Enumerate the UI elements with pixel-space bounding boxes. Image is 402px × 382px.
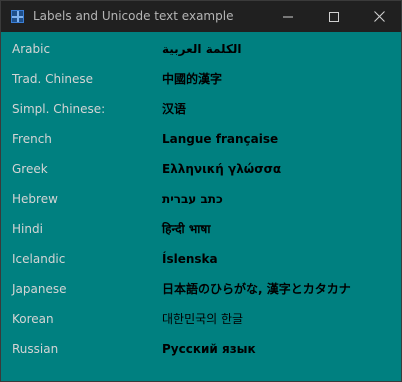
language-label: Icelandic [12, 252, 66, 266]
minimize-button[interactable] [265, 1, 311, 32]
row-russian: Russian Русский язык [1, 337, 401, 361]
unicode-sample: Íslenska [162, 252, 218, 266]
unicode-sample: Langue française [162, 132, 279, 146]
close-icon [373, 11, 385, 22]
row-greek: Greek Ελληνική γλώσσα [1, 157, 401, 181]
unicode-sample: 汉语 [162, 102, 187, 116]
app-icon [11, 10, 24, 23]
unicode-sample: 대한민국의 한글 [162, 312, 244, 326]
language-label: Korean [12, 312, 54, 326]
labels-grid: Arabic الكلمة العربية Trad. Chinese 中國的漢… [1, 32, 401, 381]
language-label: Greek [12, 162, 48, 176]
minimize-icon [283, 16, 293, 17]
row-japanese: Japanese 日本語のひらがな, 漢字とカタカナ [1, 277, 401, 301]
unicode-sample: 日本語のひらがな, 漢字とカタカナ [162, 282, 351, 296]
unicode-sample: כתב עברית [162, 192, 223, 206]
unicode-sample: 中國的漢字 [162, 72, 223, 86]
row-simpl-chinese: Simpl. Chinese: 汉语 [1, 97, 401, 121]
language-label: Arabic [12, 42, 51, 56]
maximize-icon [329, 11, 339, 22]
unicode-sample: Русский язык [162, 342, 256, 356]
unicode-sample: Ελληνική γλώσσα [162, 162, 282, 176]
row-hebrew: Hebrew כתב עברית [1, 187, 401, 211]
title-bar[interactable]: Labels and Unicode text example [1, 1, 401, 32]
row-arabic: Arabic الكلمة العربية [1, 37, 401, 61]
row-trad-chinese: Trad. Chinese 中國的漢字 [1, 67, 401, 91]
language-label: Japanese [12, 282, 67, 296]
row-korean: Korean 대한민국의 한글 [1, 307, 401, 331]
close-button[interactable] [356, 1, 402, 32]
unicode-sample: हिन्दी भाषा [162, 222, 211, 236]
row-french: French Langue française [1, 127, 401, 151]
language-label: Trad. Chinese [12, 72, 94, 86]
maximize-button[interactable] [311, 1, 357, 32]
language-label: Hebrew [12, 192, 58, 206]
unicode-sample: الكلمة العربية [162, 42, 242, 56]
language-label: Russian [12, 342, 59, 356]
language-label: Hindi [12, 222, 43, 236]
language-label: French [12, 132, 52, 146]
row-icelandic: Icelandic Íslenska [1, 247, 401, 271]
language-label: Simpl. Chinese: [12, 102, 106, 116]
window-title: Labels and Unicode text example [33, 9, 234, 23]
row-hindi: Hindi हिन्दी भाषा [1, 217, 401, 241]
app-window: Labels and Unicode text example Arabic ا… [0, 0, 402, 382]
